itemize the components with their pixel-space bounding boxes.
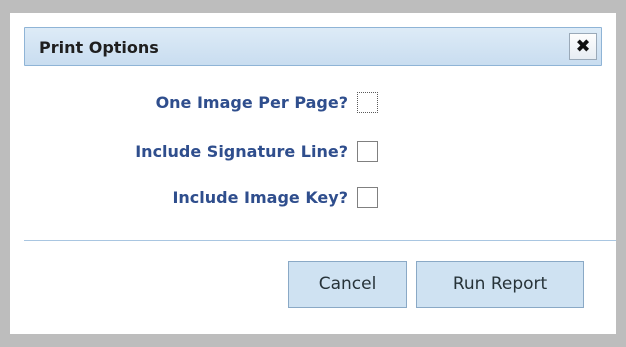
- option-label: Include Image Key?: [172, 188, 348, 207]
- print-options-dialog: Print Options ✖ One Image Per Page? Incl…: [10, 13, 616, 334]
- include-signature-line-checkbox[interactable]: [357, 141, 378, 162]
- option-label: One Image Per Page?: [155, 93, 348, 112]
- close-button[interactable]: ✖: [569, 33, 597, 60]
- cancel-button[interactable]: Cancel: [288, 261, 407, 308]
- dialog-titlebar: Print Options ✖: [24, 27, 602, 66]
- close-icon: ✖: [575, 36, 591, 57]
- option-include-signature-line: Include Signature Line?: [10, 140, 378, 166]
- option-label: Include Signature Line?: [135, 142, 348, 161]
- option-one-image-per-page: One Image Per Page?: [10, 91, 378, 117]
- dialog-separator: [24, 240, 616, 241]
- option-include-image-key: Include Image Key?: [10, 186, 378, 212]
- dialog-title: Print Options: [39, 38, 159, 57]
- include-image-key-checkbox[interactable]: [357, 187, 378, 208]
- one-image-per-page-checkbox[interactable]: [357, 92, 378, 113]
- run-report-button[interactable]: Run Report: [416, 261, 584, 308]
